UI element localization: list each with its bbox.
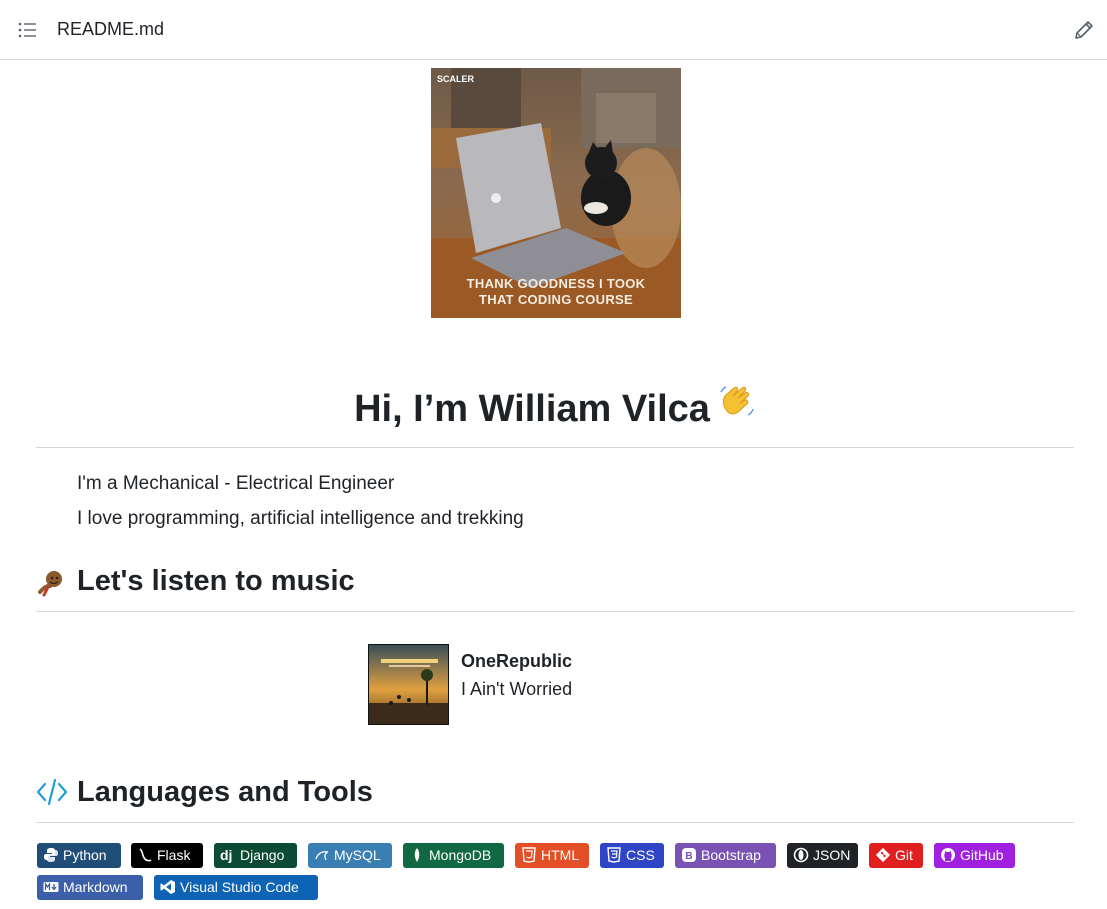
flask-icon xyxy=(137,847,153,863)
music-heading-text: Let's listen to music xyxy=(77,565,355,597)
waving-hand-icon xyxy=(718,382,756,430)
badge-flask[interactable]: Flask xyxy=(131,843,203,868)
badge-git[interactable]: Git xyxy=(869,843,923,868)
badge-label: Visual Studio Code xyxy=(180,879,299,895)
dancing-emoji-icon xyxy=(36,568,66,606)
profile-title: Hi, I’m William Vilca xyxy=(36,386,1074,448)
tools-section-heading: Languages and Tools xyxy=(36,773,1074,823)
bootstrap-icon: B xyxy=(681,847,697,863)
badge-github[interactable]: GitHub xyxy=(934,843,1015,868)
badge-label: Bootstrap xyxy=(701,847,761,863)
badge-label: JSON xyxy=(813,847,851,863)
html5-icon xyxy=(521,847,537,863)
badge-label: Django xyxy=(240,847,285,863)
badge-django[interactable]: dj Django xyxy=(214,843,297,868)
badge-label: CSS xyxy=(626,847,655,863)
badge-label: Git xyxy=(895,847,913,863)
git-icon xyxy=(875,847,891,863)
markdown-icon xyxy=(43,879,59,895)
track-artist: OneRepublic xyxy=(461,651,573,671)
badge-label: HTML xyxy=(541,847,580,863)
tools-heading-text: Languages and Tools xyxy=(77,776,373,808)
badge-label: Flask xyxy=(157,847,191,863)
gif-caption-line1: THANK GOODNESS I TOOK xyxy=(466,276,646,291)
badge-label: GitHub xyxy=(960,847,1004,863)
badge-mysql[interactable]: MySQL xyxy=(308,843,392,868)
badge-markdown[interactable]: Markdown xyxy=(37,875,143,900)
file-name: README.md xyxy=(57,19,165,39)
badge-bootstrap[interactable]: B Bootstrap xyxy=(675,843,776,868)
badge-mongodb[interactable]: MongoDB xyxy=(403,843,504,868)
gif-brand-watermark: SCALER xyxy=(437,74,475,84)
django-icon: dj xyxy=(220,847,233,863)
mysql-icon xyxy=(314,847,330,863)
svg-text:B: B xyxy=(685,851,692,862)
badge-html[interactable]: HTML xyxy=(515,843,589,868)
profile-title-text: Hi, I’m William Vilca xyxy=(354,388,710,430)
music-section-heading: Let's listen to music xyxy=(36,562,1074,612)
badge-json[interactable]: JSON xyxy=(787,843,858,868)
badge-label: Python xyxy=(63,847,107,863)
cat-coding-gif: SCALER THANK GOODNESS I TOOK THAT CODING… xyxy=(431,68,681,318)
github-icon xyxy=(940,847,956,863)
now-playing-card[interactable]: OneRepublic I Ain't Worried xyxy=(368,644,668,726)
file-header: README.md xyxy=(0,0,1107,60)
code-icon xyxy=(36,777,68,815)
track-title: I Ain't Worried xyxy=(461,679,573,699)
css3-icon xyxy=(606,847,622,863)
python-icon xyxy=(43,847,59,863)
badge-label: MongoDB xyxy=(429,847,492,863)
badge-vscode[interactable]: Visual Studio Code xyxy=(154,875,318,900)
badge-python[interactable]: Python xyxy=(37,843,121,868)
vscode-icon xyxy=(160,879,176,895)
intro-line-1: I'm a Mechanical - Electrical Engineer xyxy=(77,473,395,494)
json-icon xyxy=(793,847,809,863)
pencil-icon[interactable] xyxy=(1072,18,1096,42)
list-unordered-icon[interactable] xyxy=(14,18,40,42)
gif-caption-line2: THAT CODING COURSE xyxy=(479,292,633,307)
mongodb-icon xyxy=(409,847,425,863)
album-cover xyxy=(368,644,449,725)
badge-label: MySQL xyxy=(334,847,381,863)
badge-label: Markdown xyxy=(63,879,128,895)
badge-css[interactable]: CSS xyxy=(600,843,664,868)
intro-line-2: I love programming, artificial intellige… xyxy=(77,508,524,529)
